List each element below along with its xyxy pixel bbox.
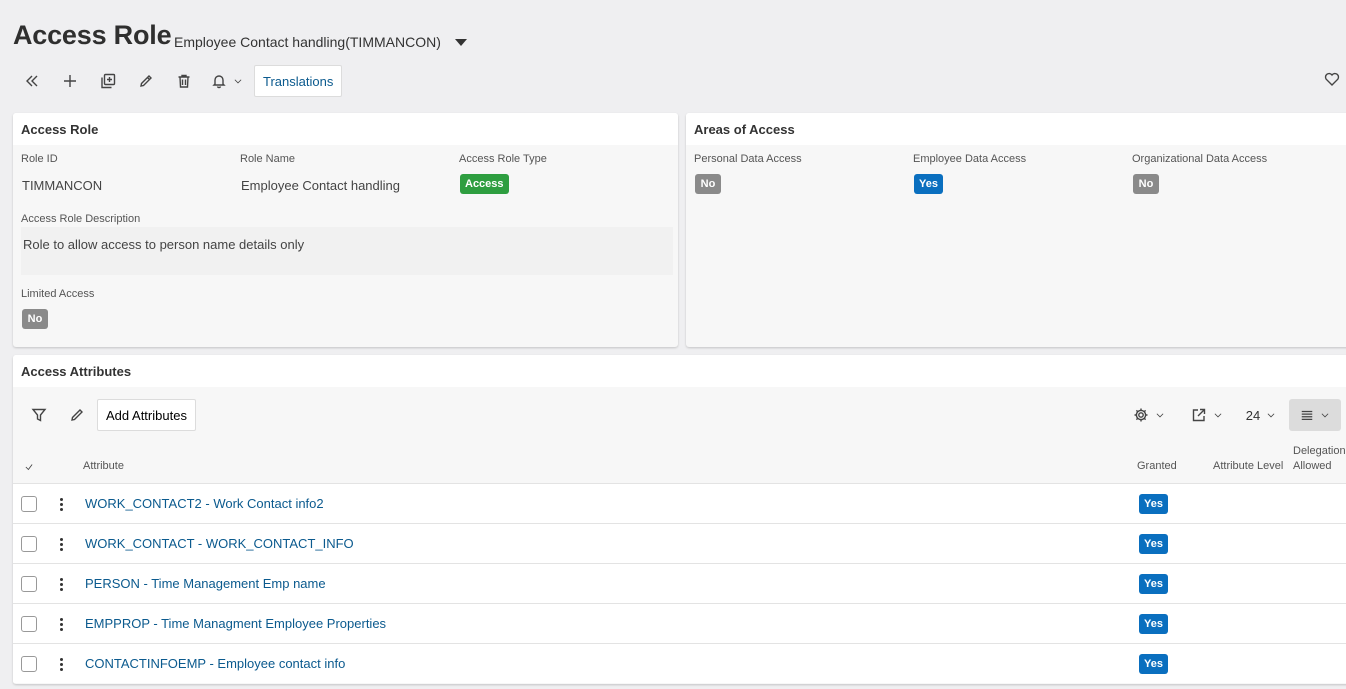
export-icon <box>1192 408 1206 422</box>
column-header-delegation-allowed[interactable]: Delegation Allowed <box>1293 444 1346 474</box>
description-value: Role to allow access to person name deta… <box>21 227 673 275</box>
access-role-card: Access Role Role ID TIMMANCON Role Name … <box>13 113 678 347</box>
add-attributes-button[interactable]: Add Attributes <box>97 399 196 431</box>
caret-down-icon <box>454 38 467 46</box>
attributes-toolbar: Add Attributes 24 <box>13 387 1346 443</box>
granted-badge: Yes <box>1139 494 1168 514</box>
row-menu-kebab-icon[interactable] <box>57 534 65 554</box>
main-toolbar: Translations <box>13 64 343 98</box>
granted-badge: Yes <box>1139 574 1168 594</box>
heart-icon <box>1324 72 1340 86</box>
row-menu-kebab-icon[interactable] <box>57 654 65 674</box>
new-button[interactable] <box>51 64 89 98</box>
row-checkbox[interactable] <box>21 616 37 632</box>
role-id-value: TIMMANCON <box>22 178 103 193</box>
row-menu-kebab-icon[interactable] <box>57 614 65 634</box>
edit-button[interactable] <box>127 64 165 98</box>
delete-button[interactable] <box>165 64 203 98</box>
role-name-value: Employee Contact handling <box>241 178 400 193</box>
employee-data-label: Employee Data Access <box>913 153 1027 165</box>
record-selector-label: Employee Contact handling(TIMMANCON) <box>174 34 441 50</box>
export-button[interactable] <box>1187 403 1227 427</box>
record-selector[interactable]: Employee Contact handling(TIMMANCON) <box>174 34 467 50</box>
chevron-down-icon <box>1267 413 1275 418</box>
list-view-button[interactable] <box>1289 399 1341 431</box>
page-header: Access Role Employee Contact handling(TI… <box>0 0 1346 108</box>
limited-access-badge: No <box>22 309 48 329</box>
areas-of-access-card: Areas of Access Personal Data Access No … <box>686 113 1346 347</box>
description-label: Access Role Description <box>21 213 141 225</box>
filter-icon <box>31 408 47 422</box>
favorite-button[interactable] <box>1324 71 1340 87</box>
delegation-header-line2: Allowed <box>1293 460 1332 472</box>
table-row[interactable]: PERSON - Time Management Emp name Yes <box>13 563 1346 603</box>
chevron-down-icon <box>234 79 242 84</box>
column-header-granted[interactable]: Granted <box>1137 459 1177 474</box>
checkmark-icon <box>25 464 33 471</box>
role-name-label: Role Name <box>240 153 296 165</box>
attribute-link[interactable]: WORK_CONTACT2 - Work Contact info2 <box>85 496 324 511</box>
attribute-link[interactable]: EMPPROP - Time Managment Employee Proper… <box>85 616 386 631</box>
page-size-value: 24 <box>1245 407 1261 423</box>
attribute-link[interactable]: CONTACTINFOEMP - Employee contact info <box>85 656 345 671</box>
role-type-label: Access Role Type <box>459 153 547 165</box>
chevron-down-icon <box>1321 413 1329 418</box>
list-icon <box>1301 410 1313 420</box>
bell-icon <box>212 75 226 89</box>
granted-badge: Yes <box>1139 614 1168 634</box>
pencil-icon <box>140 75 152 87</box>
table-row[interactable]: WORK_CONTACT - WORK_CONTACT_INFO Yes <box>13 523 1346 563</box>
employee-data-badge: Yes <box>914 174 943 194</box>
row-menu-kebab-icon[interactable] <box>57 574 65 594</box>
personal-data-badge: No <box>695 174 721 194</box>
personal-data-label: Personal Data Access <box>694 153 802 165</box>
collapse-button[interactable] <box>13 64 51 98</box>
role-type-badge: Access <box>460 174 509 194</box>
column-header-attribute-level[interactable]: Attribute Level <box>1213 459 1283 474</box>
notifications-button[interactable] <box>203 64 251 98</box>
duplicate-icon <box>101 73 116 89</box>
attribute-link[interactable]: WORK_CONTACT - WORK_CONTACT_INFO <box>85 536 354 551</box>
gear-icon <box>1134 408 1148 422</box>
delegation-header-line1: Delegation <box>1293 445 1346 457</box>
table-row[interactable]: CONTACTINFOEMP - Employee contact info Y… <box>13 643 1346 683</box>
row-checkbox[interactable] <box>21 536 37 552</box>
table-row[interactable]: WORK_CONTACT2 - Work Contact info2 Yes <box>13 483 1346 523</box>
limited-access-label: Limited Access <box>21 288 95 300</box>
granted-badge: Yes <box>1139 534 1168 554</box>
page-title: Access Role <box>13 20 172 50</box>
chevron-down-icon <box>1214 413 1222 418</box>
access-attributes-card: Access Attributes Add Attributes 24 Attr… <box>13 355 1346 684</box>
table-row[interactable]: EMPPROP - Time Managment Employee Proper… <box>13 603 1346 643</box>
chevron-down-icon <box>1156 413 1164 418</box>
double-chevron-left-icon <box>26 75 38 87</box>
page-size-select[interactable]: 24 <box>1241 403 1281 427</box>
edit-attributes-button[interactable] <box>65 403 89 427</box>
table-settings-button[interactable] <box>1129 403 1169 427</box>
select-all-toggle[interactable] <box>21 459 37 475</box>
row-checkbox[interactable] <box>21 576 37 592</box>
role-id-label: Role ID <box>21 153 58 165</box>
organizational-data-label: Organizational Data Access <box>1132 153 1268 165</box>
areas-of-access-heading: Areas of Access <box>686 113 1346 145</box>
filter-button[interactable] <box>27 403 51 427</box>
translations-button[interactable]: Translations <box>254 65 343 97</box>
duplicate-button[interactable] <box>89 64 127 98</box>
plus-icon <box>64 75 76 87</box>
access-attributes-heading: Access Attributes <box>13 355 1346 387</box>
trash-icon <box>178 74 190 88</box>
pencil-icon <box>71 409 83 421</box>
row-checkbox[interactable] <box>21 656 37 672</box>
column-header-attribute[interactable]: Attribute <box>83 459 124 474</box>
attribute-link[interactable]: PERSON - Time Management Emp name <box>85 576 326 591</box>
row-checkbox[interactable] <box>21 496 37 512</box>
granted-badge: Yes <box>1139 654 1168 674</box>
organizational-data-badge: No <box>1133 174 1159 194</box>
access-role-heading: Access Role <box>13 113 678 145</box>
row-menu-kebab-icon[interactable] <box>57 494 65 514</box>
